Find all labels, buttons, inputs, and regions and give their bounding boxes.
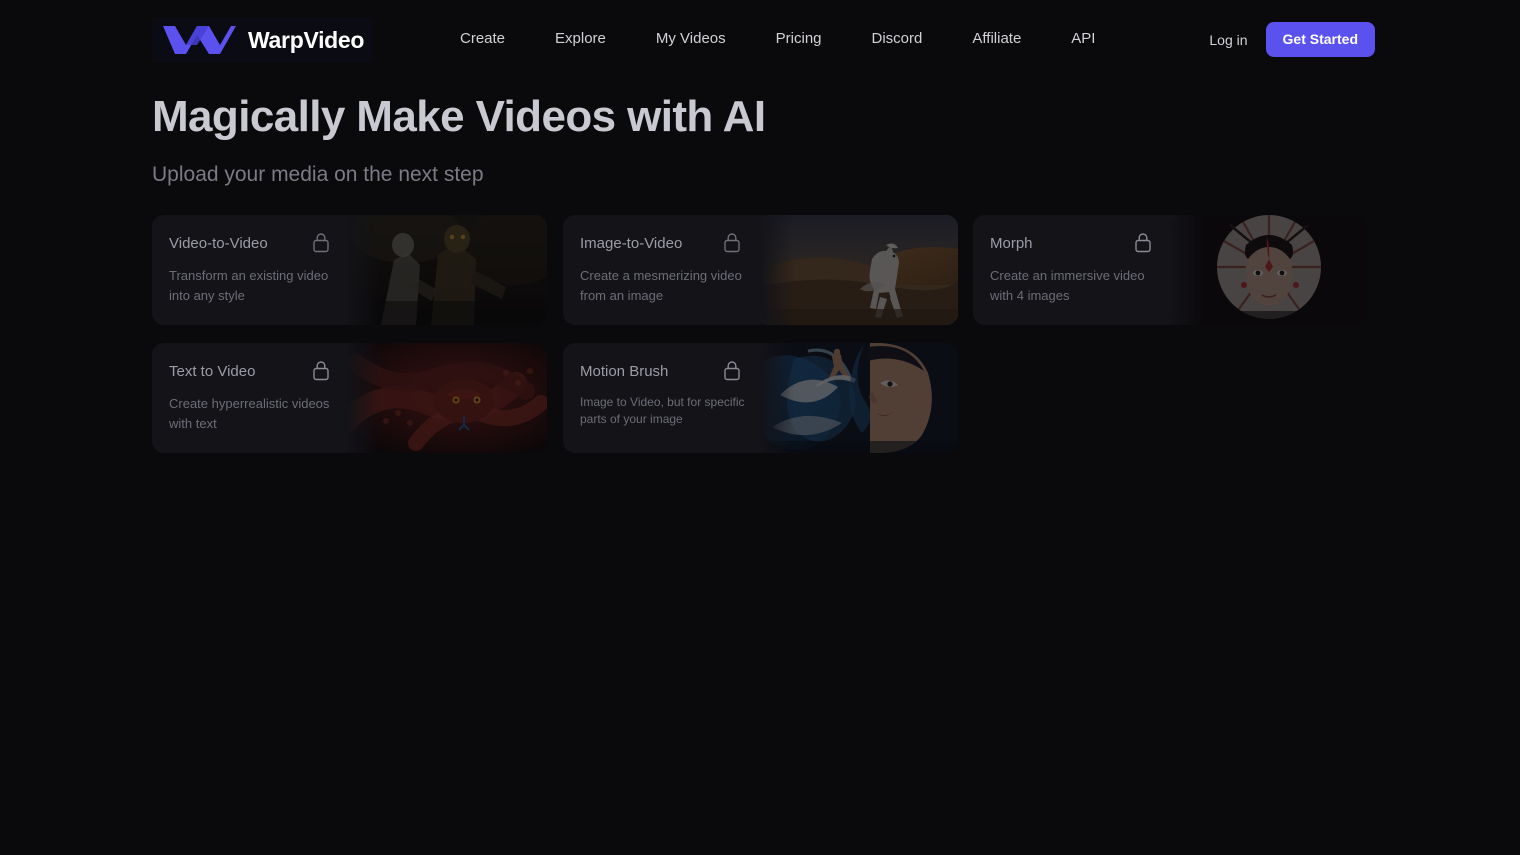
card-thumbnail-motion-brush	[760, 343, 958, 453]
card-description: Create hyperrealistic videos with text	[169, 396, 330, 431]
card-text-panel: Image-to-Video Create a mesmerizing vide…	[563, 215, 760, 325]
card-text-panel: Video-to-Video Transform an existing vid…	[152, 215, 347, 325]
card-thumbnail-warriors	[346, 215, 547, 325]
page-subtitle: Upload your media on the next step	[152, 163, 484, 186]
nav-item-pricing[interactable]: Pricing	[776, 28, 822, 50]
card-text-panel: Morph Create an immersive video with 4 i…	[973, 215, 1170, 325]
page-title: Magically Make Videos with AI	[152, 92, 766, 141]
card-description: Transform an existing video into any sty…	[169, 268, 329, 303]
nav-item-create[interactable]: Create	[460, 28, 505, 50]
card-description: Create a mesmerizing video from an image	[580, 268, 742, 303]
card-title: Text to Video	[169, 363, 256, 380]
card-text-panel: Text to Video Create hyperrealistic vide…	[152, 343, 347, 453]
card-title: Morph	[990, 235, 1033, 252]
desert-horse-illustration	[760, 215, 958, 325]
auth-actions: Log in Get Started	[1209, 22, 1375, 57]
card-description: Image to Video, but for specific parts o…	[580, 395, 745, 426]
card-title: Video-to-Video	[169, 235, 268, 252]
nav-item-affiliate[interactable]: Affiliate	[972, 28, 1021, 50]
login-link[interactable]: Log in	[1209, 32, 1247, 48]
card-thumbnail-morph-portrait	[1170, 215, 1368, 325]
mode-card-motion-brush[interactable]: Motion Brush Image to Video, but for spe…	[563, 343, 958, 453]
card-thumbnail-snake	[346, 343, 547, 453]
card-text-panel: Motion Brush Image to Video, but for spe…	[563, 343, 760, 453]
nav-item-api[interactable]: API	[1071, 28, 1095, 50]
surfer-wave-woman-illustration	[760, 343, 958, 453]
main-navigation: Create Explore My Videos Pricing Discord…	[460, 28, 1095, 50]
mode-card-text-to-video[interactable]: Text to Video Create hyperrealistic vide…	[152, 343, 547, 453]
card-description: Create an immersive video with 4 images	[990, 268, 1145, 303]
card-title: Image-to-Video	[580, 235, 683, 252]
warrior-scene-illustration	[346, 215, 547, 325]
mode-card-image-to-video[interactable]: Image-to-Video Create a mesmerizing vide…	[563, 215, 958, 325]
site-header: WarpVideo Create Explore My Videos Prici…	[0, 0, 1520, 80]
card-title: Motion Brush	[580, 363, 669, 380]
get-started-button[interactable]: Get Started	[1265, 22, 1375, 57]
red-snake-illustration	[346, 343, 547, 453]
nav-item-my-videos[interactable]: My Videos	[656, 28, 726, 50]
nav-item-explore[interactable]: Explore	[555, 28, 606, 50]
mode-card-video-to-video[interactable]: Video-to-Video Transform an existing vid…	[152, 215, 547, 325]
card-thumbnail-horse	[760, 215, 958, 325]
woman-with-fan-illustration	[1170, 215, 1368, 325]
brand-name: WarpVideo	[248, 26, 365, 53]
mode-card-morph[interactable]: Morph Create an immersive video with 4 i…	[973, 215, 1368, 325]
nav-item-discord[interactable]: Discord	[872, 28, 923, 50]
warp-w-logo-icon	[163, 26, 236, 54]
brand-logo[interactable]: WarpVideo	[152, 18, 373, 62]
